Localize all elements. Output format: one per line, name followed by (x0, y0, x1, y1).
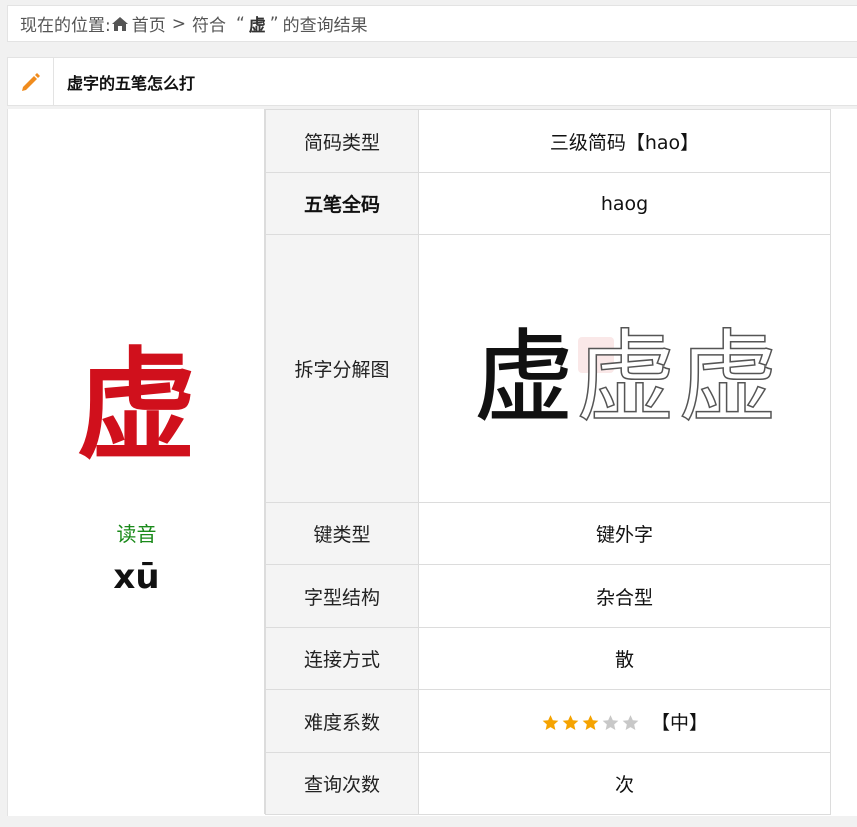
reading-label: 读音 (116, 522, 157, 546)
panel-icon-cell (8, 58, 54, 105)
decomposition-image: 虚 虚 虚 (473, 318, 778, 429)
breadcrumb: 现在的位置: 首页 > 符合 “ 虚 ” 的查询结果 (7, 5, 857, 42)
breadcrumb-keyword: 虚 (248, 16, 266, 36)
breadcrumb-quote-open: “ (235, 13, 245, 34)
row-key-query-count: 查询次数 (265, 752, 419, 815)
breadcrumb-query-before: 符合 (191, 16, 226, 36)
table-row: 简码类型 三级简码【hao】 (265, 109, 831, 173)
row-value-difficulty: 【中】 (418, 689, 831, 753)
row-value-query-count: 次 (418, 752, 831, 815)
row-value-key-type: 键外字 (418, 502, 831, 565)
difficulty-label: 【中】 (650, 711, 708, 734)
character-card: 虚 读音 xū (8, 109, 265, 814)
row-key-decomposition: 拆字分解图 (265, 234, 419, 503)
info-table: 简码类型 三级简码【hao】 五笔全码 haog 拆字分解图 虚 虚 虚 键类型… (265, 109, 831, 815)
table-row: 难度系数 【中】 (265, 689, 831, 753)
decomposition-glyph-1: 虚 (474, 319, 574, 429)
table-row: 拆字分解图 虚 虚 虚 (265, 234, 831, 503)
row-key-key-type: 键类型 (265, 502, 419, 565)
star-filled-icon (582, 715, 599, 730)
row-key-connection: 连接方式 (265, 627, 419, 690)
table-row: 五笔全码 haog (265, 172, 831, 235)
table-row: 键类型 键外字 (265, 502, 831, 565)
row-key-structure: 字型结构 (265, 564, 419, 628)
table-row: 字型结构 杂合型 (265, 564, 831, 628)
star-filled-icon (542, 715, 559, 730)
home-icon[interactable] (111, 16, 129, 32)
row-key-jianma-type: 简码类型 (265, 109, 419, 173)
decomposition-glyph-3: 虚 (678, 319, 778, 429)
panel-header: 虚字的五笔怎么打 (7, 57, 857, 106)
panel-title: 虚字的五笔怎么打 (67, 73, 196, 93)
row-value-structure: 杂合型 (418, 564, 831, 628)
breadcrumb-prefix: 现在的位置: (20, 16, 111, 36)
result-content: 虚 读音 xū 简码类型 三级简码【hao】 五笔全码 haog 拆字分解图 虚… (7, 109, 857, 816)
row-key-full-code: 五笔全码 (265, 172, 419, 235)
decomposition-glyph-2: 虚 (576, 319, 676, 429)
row-value-decomposition: 虚 虚 虚 (418, 234, 831, 503)
row-value-connection: 散 (418, 627, 831, 690)
star-filled-icon (562, 715, 579, 730)
star-empty-icon (622, 715, 639, 730)
row-key-difficulty: 难度系数 (265, 689, 419, 753)
breadcrumb-home-link[interactable]: 首页 (132, 11, 166, 36)
row-value-full-code: haog (418, 172, 831, 235)
breadcrumb-query-after: 的查询结果 (282, 16, 368, 36)
pinyin-text: xū (113, 557, 160, 597)
character-glyph: 虚 (76, 337, 197, 476)
row-value-jianma-type: 三级简码【hao】 (418, 109, 831, 173)
difficulty-stars (541, 714, 641, 732)
table-row: 查询次数 次 (265, 752, 831, 815)
pencil-icon (21, 72, 40, 91)
star-empty-icon (602, 715, 619, 730)
breadcrumb-quote-close: ” (269, 13, 279, 34)
breadcrumb-separator: > (171, 13, 186, 34)
table-row: 连接方式 散 (265, 627, 831, 690)
